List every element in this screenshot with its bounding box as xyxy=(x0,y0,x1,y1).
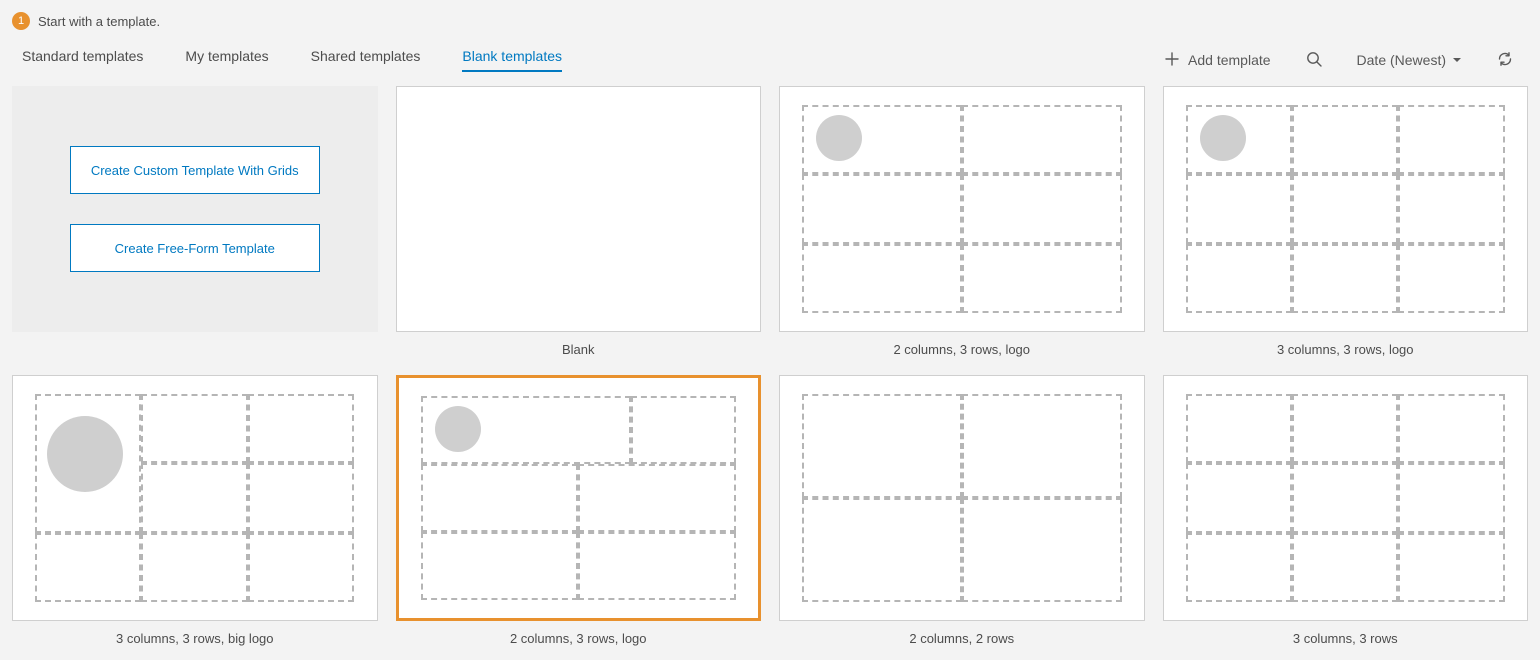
tab-blank-templates[interactable]: Blank templates xyxy=(462,48,562,72)
template-grid: Create Custom Template With Grids Create… xyxy=(12,82,1528,646)
template-label: Blank xyxy=(396,342,762,357)
search-icon xyxy=(1305,50,1323,71)
template-card-wrap: 3 columns, 3 rows, big logo xyxy=(12,375,378,646)
template-card-wrap: 3 columns, 3 rows xyxy=(1163,375,1529,646)
custom-template-card: Create Custom Template With Grids Create… xyxy=(12,86,378,332)
custom-template-card-wrap: Create Custom Template With Grids Create… xyxy=(12,86,378,357)
add-template-button[interactable]: Add template xyxy=(1164,51,1271,70)
sort-label: Date (Newest) xyxy=(1357,52,1446,68)
template-label: 2 columns, 3 rows, logo xyxy=(396,631,762,646)
search-button[interactable] xyxy=(1305,50,1323,71)
tabs: Standard templates My templates Shared t… xyxy=(22,48,562,72)
tab-standard-templates[interactable]: Standard templates xyxy=(22,48,143,72)
template-card-wrap: 2 columns, 2 rows xyxy=(779,375,1145,646)
tab-row: Standard templates My templates Shared t… xyxy=(12,38,1528,82)
step-header: 1 Start with a template. xyxy=(12,10,1528,38)
template-card-wrap: 2 columns, 3 rows, logo xyxy=(779,86,1145,357)
template-label: 3 columns, 3 rows xyxy=(1163,631,1529,646)
template-label: 3 columns, 3 rows, logo xyxy=(1163,342,1529,357)
tab-shared-templates[interactable]: Shared templates xyxy=(311,48,421,72)
template-card-2c2r[interactable] xyxy=(779,375,1145,621)
plus-icon xyxy=(1164,51,1180,70)
template-card-blank[interactable] xyxy=(396,86,762,332)
template-label: 2 columns, 2 rows xyxy=(779,631,1145,646)
template-label: 3 columns, 3 rows, big logo xyxy=(12,631,378,646)
template-card-wrap: Blank xyxy=(396,86,762,357)
template-card-3c3r-big-logo[interactable] xyxy=(12,375,378,621)
create-freeform-button[interactable]: Create Free-Form Template xyxy=(70,224,320,272)
template-card-2c3r-logo[interactable] xyxy=(779,86,1145,332)
template-label: 2 columns, 3 rows, logo xyxy=(779,342,1145,357)
create-custom-grid-button[interactable]: Create Custom Template With Grids xyxy=(70,146,320,194)
template-card-2c3r-logo-selected[interactable] xyxy=(396,375,762,621)
template-card-wrap: 2 columns, 3 rows, logo xyxy=(396,375,762,646)
template-card-3c3r[interactable] xyxy=(1163,375,1529,621)
step-text: Start with a template. xyxy=(38,14,160,29)
sort-dropdown[interactable]: Date (Newest) xyxy=(1357,52,1462,68)
custom-card-label xyxy=(12,342,378,357)
caret-down-icon xyxy=(1452,52,1462,68)
tab-my-templates[interactable]: My templates xyxy=(185,48,268,72)
tab-actions: Add template Date (Newest) xyxy=(1164,50,1518,71)
refresh-icon xyxy=(1496,50,1514,71)
template-card-wrap: 3 columns, 3 rows, logo xyxy=(1163,86,1529,357)
add-template-label: Add template xyxy=(1188,52,1271,68)
refresh-button[interactable] xyxy=(1496,50,1514,71)
template-card-3c3r-logo[interactable] xyxy=(1163,86,1529,332)
step-number-badge: 1 xyxy=(12,12,30,30)
